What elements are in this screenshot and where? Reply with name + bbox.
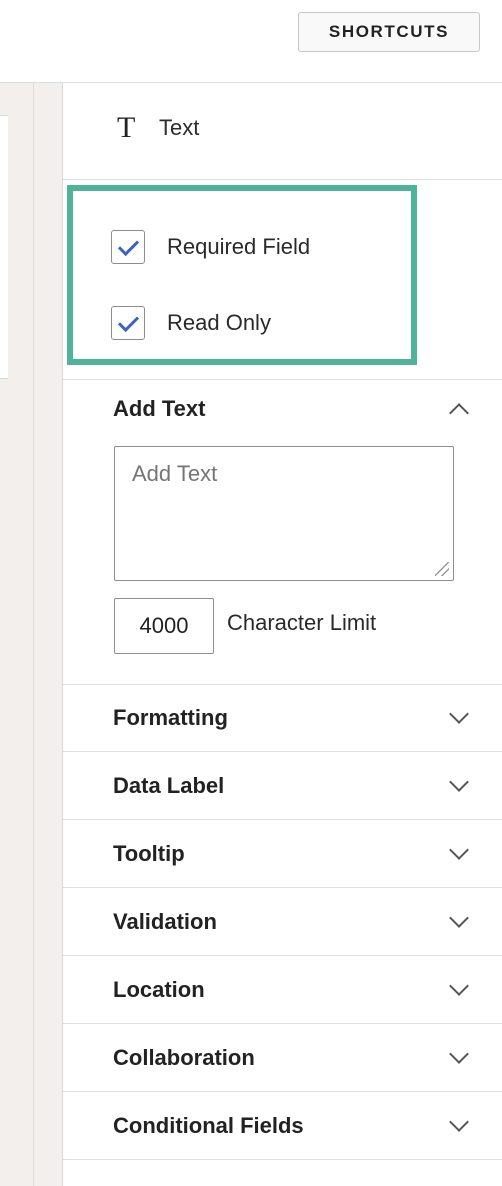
section-title: Conditional Fields bbox=[113, 1113, 304, 1138]
section-tooltip[interactable]: Tooltip bbox=[63, 821, 502, 888]
document-page-edge bbox=[0, 115, 8, 379]
section-conditional-fields[interactable]: Conditional Fields bbox=[63, 1093, 502, 1160]
shortcuts-button[interactable]: SHORTCUTS bbox=[298, 12, 480, 52]
field-properties-panel: T Text Required Field Read Only Add Text… bbox=[63, 83, 502, 1186]
character-limit-input[interactable]: 4000 bbox=[114, 598, 214, 654]
section-title: Data Label bbox=[113, 773, 225, 798]
section-title: Location bbox=[113, 977, 205, 1002]
text-type-icon: T bbox=[117, 111, 136, 144]
chevron-down-icon bbox=[449, 976, 469, 996]
section-data-label[interactable]: Data Label bbox=[63, 753, 502, 820]
read-only-checkbox[interactable] bbox=[111, 306, 145, 340]
chevron-down-icon bbox=[449, 772, 469, 792]
top-toolbar: SHORTCUTS bbox=[0, 0, 502, 83]
add-text-textarea[interactable] bbox=[114, 446, 454, 581]
gutter-divider bbox=[33, 83, 34, 1186]
document-canvas-gutter bbox=[0, 83, 62, 1186]
section-formatting[interactable]: Formatting bbox=[63, 685, 502, 752]
read-only-label: Read Only bbox=[167, 310, 271, 335]
resize-handle-icon[interactable] bbox=[435, 562, 449, 576]
app-page: SHORTCUTS T Text Required Field Read Onl… bbox=[0, 0, 502, 1186]
field-type-label: Text bbox=[159, 115, 200, 140]
section-location[interactable]: Location bbox=[63, 957, 502, 1024]
character-limit-label: Character Limit bbox=[227, 610, 377, 635]
chevron-down-icon bbox=[449, 1112, 469, 1132]
section-title: Tooltip bbox=[113, 841, 185, 866]
field-type-header: T Text bbox=[63, 83, 502, 180]
required-field-option[interactable]: Required Field bbox=[111, 229, 310, 265]
required-field-label: Required Field bbox=[167, 234, 311, 259]
chevron-down-icon bbox=[449, 1044, 469, 1064]
add-text-section: Add Text 4000 Character Limit bbox=[63, 380, 502, 685]
section-title: Formatting bbox=[113, 705, 228, 730]
section-title: Validation bbox=[113, 909, 217, 934]
section-collaboration[interactable]: Collaboration bbox=[63, 1025, 502, 1092]
chevron-down-icon bbox=[449, 908, 469, 928]
chevron-down-icon bbox=[449, 840, 469, 860]
section-title: Collaboration bbox=[113, 1045, 255, 1070]
section-validation[interactable]: Validation bbox=[63, 889, 502, 956]
read-only-option[interactable]: Read Only bbox=[111, 305, 271, 341]
chevron-down-icon bbox=[449, 704, 469, 724]
add-text-header[interactable]: Add Text bbox=[113, 380, 205, 438]
chevron-up-icon[interactable] bbox=[449, 403, 469, 423]
required-field-checkbox[interactable] bbox=[111, 230, 145, 264]
